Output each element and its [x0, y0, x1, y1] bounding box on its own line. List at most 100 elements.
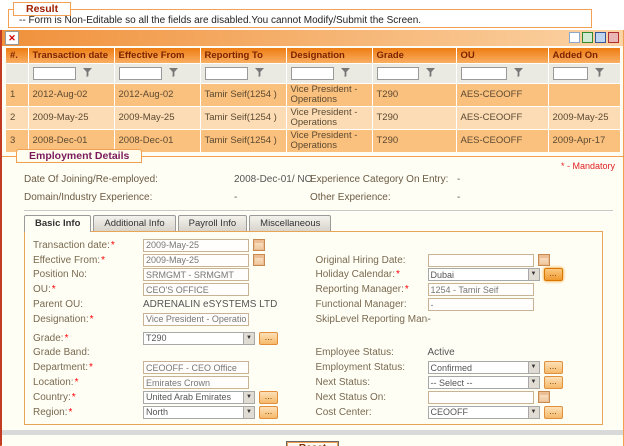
field-label: Holiday Calendar:* [315, 269, 400, 281]
table-row[interactable]: 2 2009-May-25 2009-May-25 Tamir Seif(125… [6, 106, 621, 130]
grade-select[interactable]: T290 [143, 331, 255, 345]
filter-added-on-input[interactable] [552, 67, 588, 80]
reporting-manager-field: Reporting Manager:* [316, 282, 599, 297]
cell-num: 1 [6, 83, 29, 107]
col-effective-from: Effective From [114, 48, 201, 64]
field-label: Next Status: [315, 377, 370, 389]
department-input[interactable] [143, 361, 249, 375]
next-status-select[interactable]: -- Select -- [427, 376, 540, 390]
reporting-manager-input[interactable] [427, 283, 534, 297]
cell-reporting-to: Tamir Seif(1254 ) [200, 83, 287, 107]
region-select[interactable]: North [143, 405, 255, 419]
form-left-column: Transaction date:* Effective From:* Posi… [33, 238, 316, 420]
field-label: Reporting Manager:* [315, 284, 409, 296]
domain-exp-value: - [234, 192, 238, 203]
holiday-calendar-select[interactable]: Dubai [427, 268, 540, 282]
filter-funnel-icon[interactable] [425, 67, 435, 80]
position-no-input[interactable] [143, 268, 249, 282]
content-frame: ✕ #. Transaction date Effective From Rep… [0, 30, 624, 446]
filter-funnel-icon[interactable] [513, 67, 523, 80]
col-grade: Grade [372, 48, 457, 64]
effective-from-input[interactable] [143, 253, 249, 267]
employment-details-legend: Employment Details [16, 149, 143, 163]
region-lookup-button[interactable]: ... [259, 405, 278, 419]
other-exp-value: - [457, 192, 461, 203]
divider [24, 210, 613, 212]
divider-band [2, 429, 623, 435]
country-lookup-button[interactable]: ... [259, 390, 278, 404]
functional-manager-input[interactable] [427, 298, 534, 312]
cell-designation: Vice President - Operations [286, 106, 373, 130]
filter-funnel-icon[interactable] [594, 67, 604, 80]
new-doc-icon[interactable] [569, 32, 580, 43]
col-reporting-to: Reporting To [200, 48, 287, 64]
ou-input[interactable] [143, 283, 249, 297]
tab-payroll-info[interactable]: Payroll Info [177, 215, 248, 231]
tab-miscellaneous[interactable]: Miscellaneous [249, 215, 332, 231]
filter-funnel-icon[interactable] [340, 67, 350, 80]
filter-ou-input[interactable] [460, 67, 507, 80]
cell-effective-from: 2009-May-25 [114, 106, 201, 130]
calendar-icon[interactable] [537, 254, 550, 267]
reset-button[interactable]: Reset [285, 440, 340, 446]
form-right-column: Original Hiring Date: Holiday Calendar:*… [316, 238, 599, 420]
next-status-on-input[interactable] [427, 390, 534, 404]
result-message: -- Form is Non-Editable so all the field… [19, 15, 422, 26]
field-label: SkipLevel Reporting Manager: [315, 313, 428, 325]
cell-reporting-to: Tamir Seif(1254 ) [200, 129, 287, 152]
calendar-icon[interactable] [253, 239, 265, 252]
filter-transaction-date-input[interactable] [32, 67, 76, 80]
field-label: Cost Center: [315, 406, 372, 418]
designation-input[interactable] [143, 312, 249, 326]
export-icon-group [569, 32, 619, 43]
region-field: Region:* North ... [33, 405, 316, 420]
cell-grade: T290 [372, 83, 457, 107]
excel-export-icon[interactable] [582, 32, 593, 43]
field-label: Employment Status: [315, 362, 405, 374]
chevron-down-icon [527, 377, 539, 389]
cell-added-on [548, 83, 621, 107]
employment-status-select[interactable]: Confirmed [427, 361, 540, 375]
filter-funnel-icon[interactable] [82, 67, 92, 80]
word-export-icon[interactable] [595, 32, 606, 43]
cell-added-on: 2009-May-25 [548, 106, 621, 130]
cost-center-lookup-button[interactable]: ... [543, 405, 563, 419]
filter-designation-input[interactable] [290, 67, 334, 80]
filter-grade-input[interactable] [376, 67, 419, 80]
employment-status-lookup-button[interactable]: ... [543, 361, 563, 375]
cell-designation: Vice President - Operations [286, 129, 373, 152]
cell-ou: AES-CEOOFF [456, 129, 549, 152]
filter-funnel-icon[interactable] [168, 67, 178, 80]
tab-additional-info[interactable]: Additional Info [93, 215, 176, 231]
filter-effective-from-input[interactable] [118, 67, 162, 80]
position-no-field: Position No: [33, 268, 316, 283]
field-label: Next Status On: [315, 391, 387, 403]
grade-lookup-button[interactable]: ... [259, 331, 278, 345]
calendar-icon[interactable] [537, 391, 550, 404]
table-row[interactable]: 1 2012-Aug-02 2012-Aug-02 Tamir Seif(125… [6, 83, 621, 107]
tab-basic-info[interactable]: Basic Info [24, 215, 92, 232]
calendar-icon[interactable] [253, 254, 265, 267]
next-status-lookup-button[interactable]: ... [543, 376, 563, 390]
filter-reporting-to-input[interactable] [204, 67, 248, 80]
cost-center-select[interactable]: CEOOFF [427, 405, 540, 419]
filter-funnel-icon[interactable] [254, 67, 264, 80]
domain-exp-label: Domain/Industry Experience: [24, 192, 153, 203]
cell-reporting-to: Tamir Seif(1254 ) [200, 106, 287, 130]
cell-ou: AES-CEOOFF [456, 106, 549, 130]
doj-value: 2008-Dec-01/ NO [234, 174, 313, 185]
original-hiring-date-input[interactable] [427, 253, 534, 267]
cell-added-on: 2009-Apr-17 [548, 129, 621, 152]
holiday-calendar-lookup-button[interactable]: ... [543, 268, 563, 282]
location-input[interactable] [143, 376, 249, 390]
exp-category-label: Experience Category On Entry: [310, 174, 449, 185]
holiday-calendar-field: Holiday Calendar:* Dubai ... [316, 268, 599, 283]
cell-transaction-date: 2009-May-25 [28, 106, 115, 130]
country-select[interactable]: United Arab Emirates [143, 390, 255, 404]
next-status-field: Next Status: -- Select -- ... [316, 375, 599, 390]
close-icon[interactable]: ✕ [5, 31, 19, 45]
department-field: Department:* [33, 360, 316, 375]
transaction-date-input[interactable] [143, 238, 249, 252]
cell-grade: T290 [372, 129, 457, 152]
pdf-export-icon[interactable] [608, 32, 619, 43]
